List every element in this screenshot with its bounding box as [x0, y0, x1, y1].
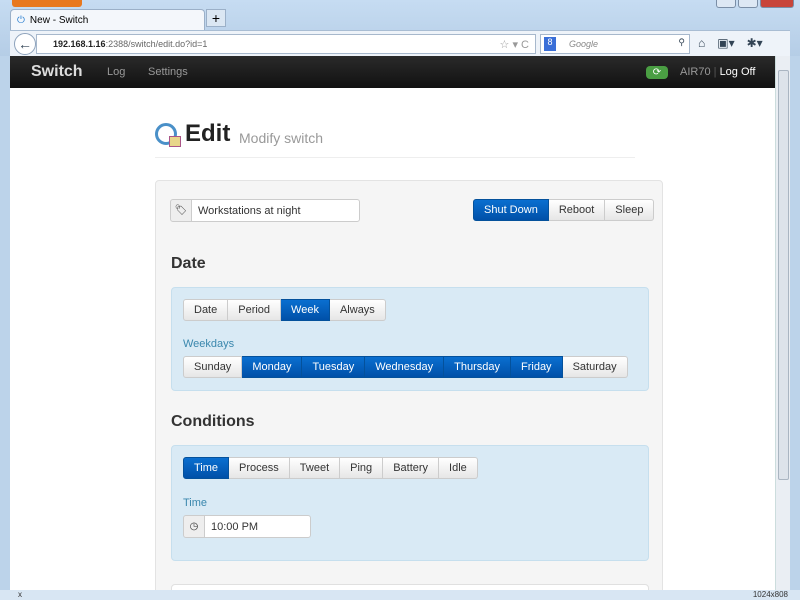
cond-process[interactable]: Process	[229, 457, 290, 479]
cond-tweet[interactable]: Tweet	[289, 457, 341, 479]
date-heading: Date	[171, 255, 206, 272]
separator: |	[713, 66, 717, 78]
day-saturday[interactable]: Saturday	[562, 356, 628, 378]
bookmarks-icon[interactable]: ▣▾	[717, 36, 734, 50]
new-tab-button[interactable]: +	[206, 9, 226, 27]
browser-chrome: ⏻ New - Switch + ← 192.168.1.16:2388/swit…	[0, 0, 800, 56]
date-mode-buttons: Date Period Week Always	[183, 299, 386, 321]
day-friday[interactable]: Friday	[511, 356, 563, 378]
switch-logo-icon	[155, 123, 181, 147]
search-placeholder: Google	[569, 39, 599, 49]
tag-icon: 🏷	[170, 199, 192, 222]
addon-icon[interactable]: ✱▾	[747, 36, 763, 50]
search-input[interactable]: 8 Google ⚲	[540, 34, 690, 54]
time-input[interactable]: 10:00 PM	[204, 515, 311, 538]
reboot-button[interactable]: Reboot	[548, 199, 606, 221]
log-off-link[interactable]: Log Off	[720, 66, 756, 78]
day-sunday[interactable]: Sunday	[183, 356, 243, 378]
day-monday[interactable]: Monday	[242, 356, 303, 378]
scrollbar-thumb[interactable]	[778, 70, 789, 480]
nav-settings[interactable]: Settings	[148, 66, 188, 78]
switch-name-input[interactable]: Workstations at night	[191, 199, 360, 222]
mode-week[interactable]: Week	[281, 299, 330, 321]
clock-icon: ◷	[183, 515, 205, 538]
minimize-button[interactable]	[716, 0, 736, 8]
url-path: :2388/switch/edit.do?id=1	[105, 39, 208, 49]
shut-down-button[interactable]: Shut Down	[473, 199, 549, 221]
power-icon: ⏻	[17, 14, 25, 26]
web-page: Switch Log Settings ⟳ AIR70 | Log Off Ed…	[10, 56, 775, 590]
action-buttons: Shut Down Reboot Sleep	[473, 199, 655, 221]
sleep-button[interactable]: Sleep	[605, 199, 655, 221]
url-host: 192.168.1.16	[53, 39, 106, 49]
date-panel: Date Period Week Always Weekdays Sunday …	[171, 287, 649, 391]
weekday-buttons: Sunday Monday Tuesday Wednesday Thursday…	[183, 356, 628, 378]
window-size: 1024x808	[752, 590, 788, 599]
firefox-menu-button[interactable]	[12, 0, 82, 7]
page-subtitle: Modify switch	[239, 130, 324, 146]
user-area: AIR70 | Log Off	[680, 66, 755, 78]
day-tuesday[interactable]: Tuesday	[302, 356, 366, 378]
status-bar: x 1024x808	[0, 590, 800, 600]
home-icon[interactable]: ⌂	[698, 36, 705, 50]
url-bar[interactable]: 192.168.1.16:2388/switch/edit.do?id=1 ☆ ▾…	[36, 34, 536, 54]
search-icon[interactable]: ⚲	[678, 37, 685, 48]
nav-log[interactable]: Log	[107, 66, 125, 78]
maximize-button[interactable]	[738, 0, 758, 8]
sync-icon[interactable]: ⟳	[646, 66, 668, 79]
cond-time[interactable]: Time	[183, 457, 230, 479]
close-addon-bar[interactable]: x	[18, 590, 22, 599]
vertical-scrollbar[interactable]	[775, 56, 790, 590]
cond-idle[interactable]: Idle	[439, 457, 478, 479]
google-icon: 8	[544, 37, 556, 51]
day-thursday[interactable]: Thursday	[444, 356, 511, 378]
edit-form: 🏷 Workstations at night Shut Down Reboot…	[155, 180, 663, 590]
top-navbar: Switch Log Settings ⟳ AIR70 | Log Off	[10, 56, 775, 88]
page-header: Edit Modify switch	[155, 118, 635, 158]
close-button[interactable]	[760, 0, 794, 8]
browser-tab[interactable]: ⏻ New - Switch	[10, 9, 205, 30]
conditions-panel: Time Process Tweet Ping Battery Idle Tim…	[171, 445, 649, 561]
brand-link[interactable]: Switch	[31, 63, 83, 81]
mode-always[interactable]: Always	[329, 299, 386, 321]
weekdays-label: Weekdays	[183, 338, 235, 350]
username: AIR70	[680, 66, 711, 78]
nav-toolbar: ← 192.168.1.16:2388/switch/edit.do?id=1 ☆…	[10, 30, 790, 56]
cond-battery[interactable]: Battery	[383, 457, 440, 479]
page-title: Edit	[185, 120, 231, 147]
condition-type-buttons: Time Process Tweet Ping Battery Idle	[183, 457, 478, 479]
conditions-heading: Conditions	[171, 413, 255, 430]
bookmark-star-icon[interactable]: ☆ ▾ C	[500, 38, 529, 51]
tab-title: New - Switch	[29, 14, 89, 26]
time-label: Time	[183, 497, 208, 509]
mode-date[interactable]: Date	[183, 299, 229, 321]
day-wednesday[interactable]: Wednesday	[365, 356, 445, 378]
mode-period[interactable]: Period	[228, 299, 282, 321]
back-arrow-icon[interactable]: ←	[14, 33, 36, 55]
window-controls	[716, 0, 794, 8]
cond-ping[interactable]: Ping	[340, 457, 384, 479]
